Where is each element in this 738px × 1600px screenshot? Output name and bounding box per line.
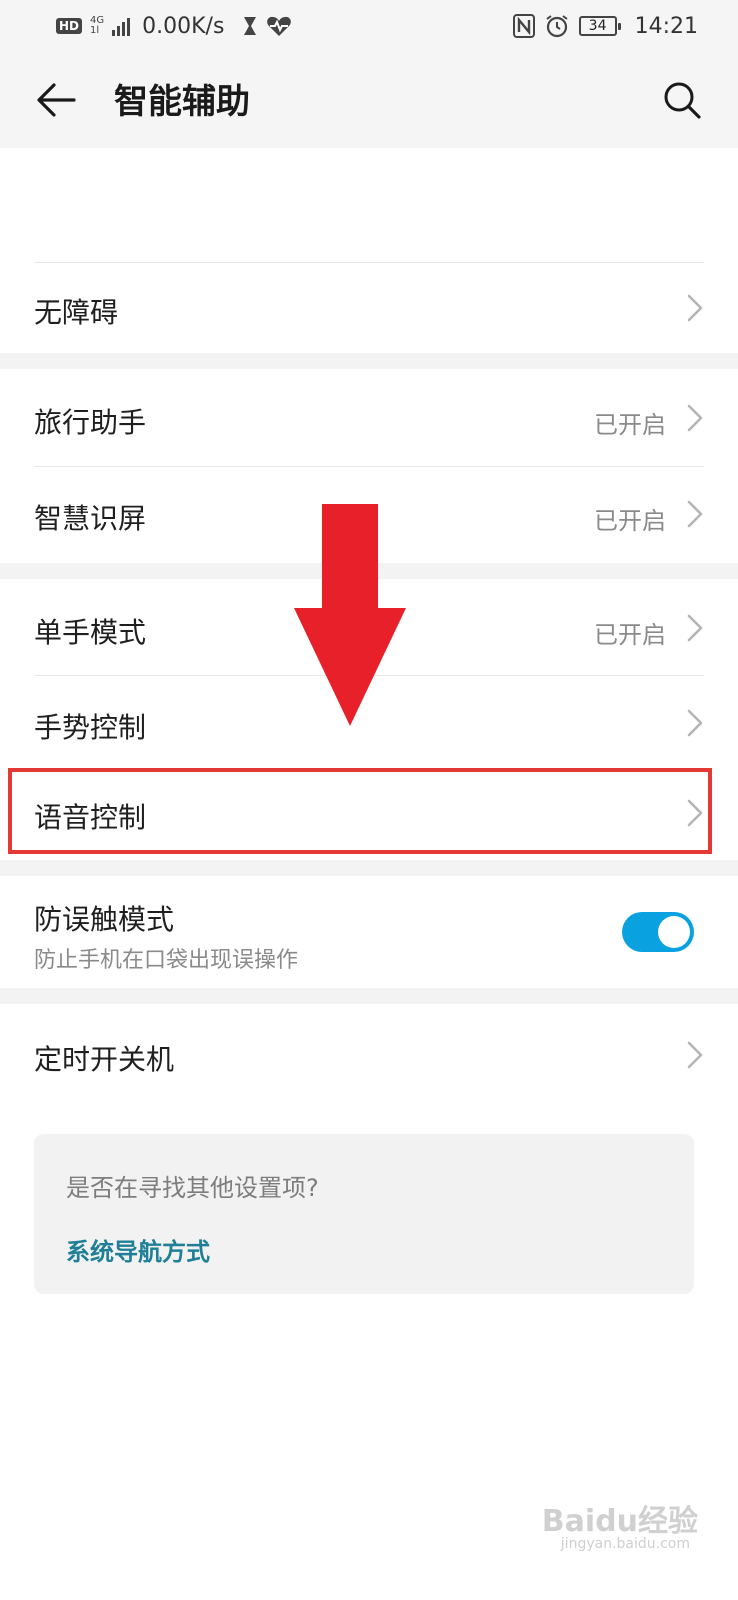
row-label: 无障碍 bbox=[34, 296, 119, 329]
settings-row-accessibility[interactable]: 无障碍 bbox=[0, 263, 738, 353]
clock: 14:21 bbox=[634, 13, 698, 39]
row-subtitle: 防止手机在口袋出现误操作 bbox=[34, 948, 299, 973]
accidental-touch-toggle[interactable] bbox=[622, 912, 694, 952]
row-status: 已开启 bbox=[594, 507, 666, 535]
settings-row-accidental-touch[interactable]: 防误触模式 防止手机在口袋出现误操作 bbox=[0, 876, 738, 988]
app-bar: 智能辅助 bbox=[0, 52, 738, 148]
chevron-right-icon bbox=[687, 614, 703, 642]
hourglass-icon bbox=[244, 17, 257, 35]
back-button[interactable] bbox=[30, 76, 82, 124]
toggle-knob bbox=[658, 916, 690, 948]
search-button[interactable] bbox=[656, 74, 708, 126]
network-sub-label: 1l bbox=[90, 25, 100, 36]
status-bar-right: 34 14:21 bbox=[512, 8, 698, 44]
chevron-right-icon bbox=[687, 709, 703, 737]
battery-icon: 34 bbox=[578, 16, 621, 36]
heart-rate-icon bbox=[267, 16, 292, 36]
network-type: 4G 1l bbox=[90, 16, 104, 36]
back-arrow-icon bbox=[37, 83, 76, 117]
suggestion-card: 是否在寻找其他设置项? 系统导航方式 bbox=[34, 1134, 694, 1294]
section-divider bbox=[0, 860, 738, 876]
section-divider bbox=[0, 988, 738, 1004]
chevron-right-icon bbox=[687, 500, 703, 528]
hd-badge: HD bbox=[56, 18, 83, 34]
status-bar: HD 4G 1l 0.00K/s 34 14:21 bbox=[0, 0, 738, 52]
page-title: 智能辅助 bbox=[114, 82, 250, 122]
status-bar-left: HD 4G 1l 0.00K/s bbox=[56, 8, 292, 44]
section-divider bbox=[0, 353, 738, 369]
signal-icon bbox=[112, 18, 131, 36]
row-label: 智慧识屏 bbox=[34, 502, 147, 535]
row-status: 已开启 bbox=[594, 411, 666, 439]
row-status: 已开启 bbox=[594, 621, 666, 649]
row-label: 旅行助手 bbox=[34, 406, 147, 439]
alarm-icon bbox=[545, 15, 568, 38]
row-label: 防误触模式 bbox=[34, 903, 175, 936]
search-icon bbox=[664, 82, 701, 119]
settings-row-travel-assistant[interactable]: 旅行助手 已开启 bbox=[0, 369, 738, 465]
row-label: 手势控制 bbox=[34, 711, 147, 744]
chevron-right-icon bbox=[687, 294, 703, 322]
system-navigation-link[interactable]: 系统导航方式 bbox=[66, 1232, 210, 1267]
row-label: 单手模式 bbox=[34, 616, 147, 649]
highlight-box bbox=[8, 768, 712, 854]
baidu-watermark-url: jingyan.baidu.com bbox=[560, 1536, 690, 1552]
chevron-right-icon bbox=[687, 404, 703, 432]
row-label: 定时开关机 bbox=[34, 1043, 175, 1076]
network-speed: 0.00K/s bbox=[142, 13, 225, 39]
red-arrow-annotation bbox=[294, 504, 406, 726]
chevron-right-icon bbox=[687, 1041, 703, 1069]
settings-row-scheduled-power[interactable]: 定时开关机 bbox=[0, 1004, 738, 1102]
suggestion-question: 是否在寻找其他设置项? bbox=[66, 1174, 319, 1202]
baidu-watermark: Baidu经验 bbox=[541, 1504, 698, 1539]
nfc-icon bbox=[512, 14, 535, 38]
